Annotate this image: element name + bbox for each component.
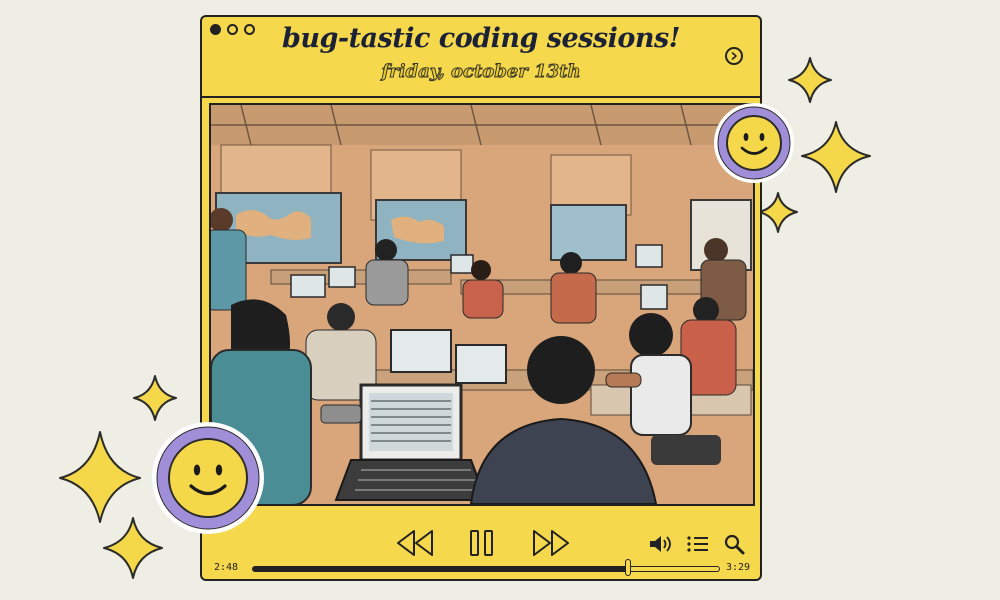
window-subtitle: friday, october 13th xyxy=(381,61,581,83)
sparkle-icon xyxy=(133,375,177,421)
search-icon[interactable] xyxy=(723,533,745,559)
volume-icon[interactable] xyxy=(648,534,672,558)
pause-icon[interactable] xyxy=(469,529,495,561)
header-divider xyxy=(202,96,760,98)
window-title: bug-tastic coding sessions! xyxy=(281,23,681,54)
smiley-face-icon xyxy=(150,420,266,540)
smiley-face-icon xyxy=(712,101,796,189)
media-player-window: bug-tastic coding sessions! friday, octo… xyxy=(200,15,762,581)
progress-track[interactable] xyxy=(252,559,720,576)
chevron-right-circle-icon[interactable] xyxy=(725,47,743,65)
sparkle-icon xyxy=(59,431,141,523)
rewind-icon[interactable] xyxy=(395,529,435,561)
sparkle-icon xyxy=(801,121,871,193)
player-controls: 2:48 3:29 xyxy=(202,509,760,581)
fast-forward-icon[interactable] xyxy=(531,529,571,561)
elapsed-time: 2:48 xyxy=(214,562,239,573)
progress-fill xyxy=(253,567,628,571)
sparkle-icon xyxy=(788,57,832,103)
playlist-icon[interactable] xyxy=(686,534,710,558)
total-duration: 3:29 xyxy=(726,562,751,573)
progress-handle[interactable] xyxy=(624,559,631,576)
classroom-illustration xyxy=(209,103,755,506)
sparkle-icon xyxy=(758,192,798,233)
